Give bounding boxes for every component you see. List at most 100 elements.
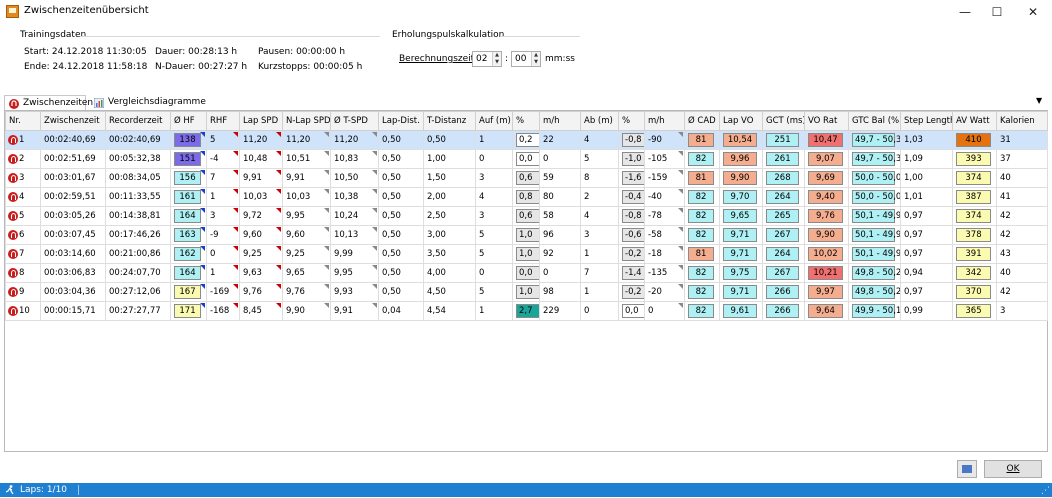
cell-ab: 2 — [580, 187, 619, 207]
cell-vor: 9,90 — [804, 225, 849, 245]
column-header[interactable]: Nr. — [5, 111, 41, 131]
table-row[interactable]: 8 00:03:06,83 00:24:07,70 164 1 9,63 9,65 9,95 0… — [5, 263, 1048, 283]
table-row[interactable]: 10 00:00:15,71 00:27:27,77 171 -168 8,45 9,90 9… — [5, 301, 1048, 321]
cell-zz: 00:03:01,67 — [40, 168, 106, 188]
cell-tdist: 2,50 — [423, 206, 476, 226]
cell-hf: 138 — [170, 130, 207, 150]
cell-rz: 00:05:32,38 — [105, 149, 171, 169]
cell-tspd: 10,24 — [330, 206, 379, 226]
cell-auf: 1 — [475, 130, 513, 150]
cell-tdist: 4,50 — [423, 282, 476, 302]
value-box: 266 — [766, 304, 799, 318]
cell-vo: 10,54 — [719, 130, 763, 150]
cell-ab: 3 — [580, 225, 619, 245]
value-box: 82 — [688, 209, 714, 223]
lap-icon — [8, 135, 18, 145]
cell-hf: 151 — [170, 149, 207, 169]
column-header[interactable]: % — [618, 111, 645, 131]
cell-nr: 6 — [5, 225, 41, 245]
column-header[interactable]: Lap VO — [719, 111, 763, 131]
table-row[interactable]: 6 00:03:07,45 00:17:46,26 163 -9 9,60 9,60 10,1… — [5, 225, 1048, 245]
tab-dropdown-icon[interactable]: ▼ — [1036, 96, 1042, 105]
minimize-button[interactable]: — — [948, 0, 982, 24]
value-box: 0,6 — [516, 171, 539, 185]
column-header[interactable]: T-Distanz — [423, 111, 476, 131]
resize-grip-icon[interactable]: ⋰ — [1041, 484, 1050, 498]
grid-body: 1 00:02:40,69 00:02:40,69 138 5 11,20 11,20 11,… — [5, 130, 1048, 321]
cell-nlap: 10,51 — [282, 149, 331, 169]
calc-seconds-spinner[interactable]: 00 ▲ ▼ — [511, 51, 541, 67]
cell-auf: 0 — [475, 263, 513, 283]
column-header[interactable]: m/h — [644, 111, 685, 131]
maximize-button[interactable]: ☐ — [980, 0, 1014, 24]
cell-tdist: 1,50 — [423, 168, 476, 188]
value-box: 10,02 — [808, 247, 843, 261]
value-box: 268 — [766, 171, 799, 185]
spin-arrows-icon[interactable]: ▲ ▼ — [492, 52, 501, 66]
column-header[interactable]: Kalorien — [996, 111, 1048, 131]
cell-bp: -0,8 — [618, 130, 645, 150]
column-header[interactable]: Ab (m) — [580, 111, 619, 131]
column-header[interactable]: Auf (m) — [475, 111, 513, 131]
cell-zz: 00:03:05,26 — [40, 206, 106, 226]
value-box: 9,69 — [808, 171, 843, 185]
value-box: 49,8 - 50,2 — [852, 266, 900, 280]
value-box: 9,07 — [808, 152, 843, 166]
cell-tspd: 9,99 — [330, 244, 379, 264]
cell-nr: 8 — [5, 263, 41, 283]
export-button[interactable] — [957, 460, 977, 478]
table-row[interactable]: 1 00:02:40,69 00:02:40,69 138 5 11,20 11,20 11,… — [5, 130, 1048, 150]
column-header[interactable]: Ø HF — [170, 111, 207, 131]
cell-rz: 00:08:34,05 — [105, 168, 171, 188]
cell-tdist: 0,50 — [423, 130, 476, 150]
table-row[interactable]: 2 00:02:51,69 00:05:32,38 151 -4 10,48 10,51 10… — [5, 149, 1048, 169]
column-header[interactable]: Ø T-SPD — [330, 111, 379, 131]
tab-zwischenzeiten[interactable]: Zwischenzeiten — [4, 95, 93, 111]
cell-vor: 9,07 — [804, 149, 849, 169]
column-header[interactable]: m/h — [539, 111, 581, 131]
cell-lap: 9,72 — [239, 206, 283, 226]
app-icon — [6, 5, 19, 18]
cell-vo: 9,70 — [719, 187, 763, 207]
cell-bmh: -90 — [644, 130, 685, 150]
column-header[interactable]: Step Length — [900, 111, 953, 131]
column-header[interactable]: Recorderzeit — [105, 111, 171, 131]
table-row[interactable]: 4 00:02:59,51 00:11:33,55 161 1 10,03 10,03 10,… — [5, 187, 1048, 207]
column-header[interactable]: Lap-Dist. — [378, 111, 424, 131]
column-header[interactable]: % — [512, 111, 540, 131]
lap-icon — [8, 211, 18, 221]
column-header[interactable]: GTC Bal (%) — [848, 111, 901, 131]
recovery-divider — [500, 36, 580, 37]
table-row[interactable]: 3 00:03:01,67 00:08:34,05 156 7 9,91 9,91 10,50… — [5, 168, 1048, 188]
cell-ab: 4 — [580, 206, 619, 226]
cell-ldist: 0,50 — [378, 130, 424, 150]
spin-arrows-icon[interactable]: ▲ ▼ — [531, 52, 540, 66]
cell-kal: 42 — [996, 206, 1048, 226]
column-header[interactable]: AV Watt — [952, 111, 997, 131]
cell-watt: 378 — [952, 225, 997, 245]
calc-minutes-spinner[interactable]: 02 ▲ ▼ — [472, 51, 502, 67]
column-header[interactable]: Ø CAD — [684, 111, 720, 131]
table-row[interactable]: 7 00:03:14,60 00:21:00,86 162 0 9,25 9,25 9,99 0… — [5, 244, 1048, 264]
column-header[interactable]: N-Lap SPD — [282, 111, 331, 131]
ok-button[interactable]: OK — [984, 460, 1042, 478]
value-box: 342 — [956, 266, 991, 280]
column-header[interactable]: VO Rat — [804, 111, 849, 131]
cell-rhf: -9 — [206, 225, 240, 245]
close-button[interactable]: ✕ — [1016, 0, 1050, 24]
tab-vergleichsdiagramme[interactable]: Vergleichsdiagramme — [90, 95, 206, 111]
table-row[interactable]: 5 00:03:05,26 00:14:38,81 164 3 9,72 9,95 10,24… — [5, 206, 1048, 226]
cell-rhf: 5 — [206, 130, 240, 150]
column-header[interactable]: GCT (ms) — [762, 111, 805, 131]
cell-ldist: 0,50 — [378, 244, 424, 264]
cell-vo: 9,71 — [719, 244, 763, 264]
column-header[interactable]: Zwischenzeit — [40, 111, 106, 131]
column-header[interactable]: Lap SPD — [239, 111, 283, 131]
cell-tspd: 10,83 — [330, 149, 379, 169]
column-header[interactable]: RHF — [206, 111, 240, 131]
cell-rz: 00:24:07,70 — [105, 263, 171, 283]
cell-bp: -0,8 — [618, 206, 645, 226]
cell-lap: 9,76 — [239, 282, 283, 302]
cell-watt: 342 — [952, 263, 997, 283]
table-row[interactable]: 9 00:03:04,36 00:27:12,06 167 -169 9,76 9,76 9,… — [5, 282, 1048, 302]
